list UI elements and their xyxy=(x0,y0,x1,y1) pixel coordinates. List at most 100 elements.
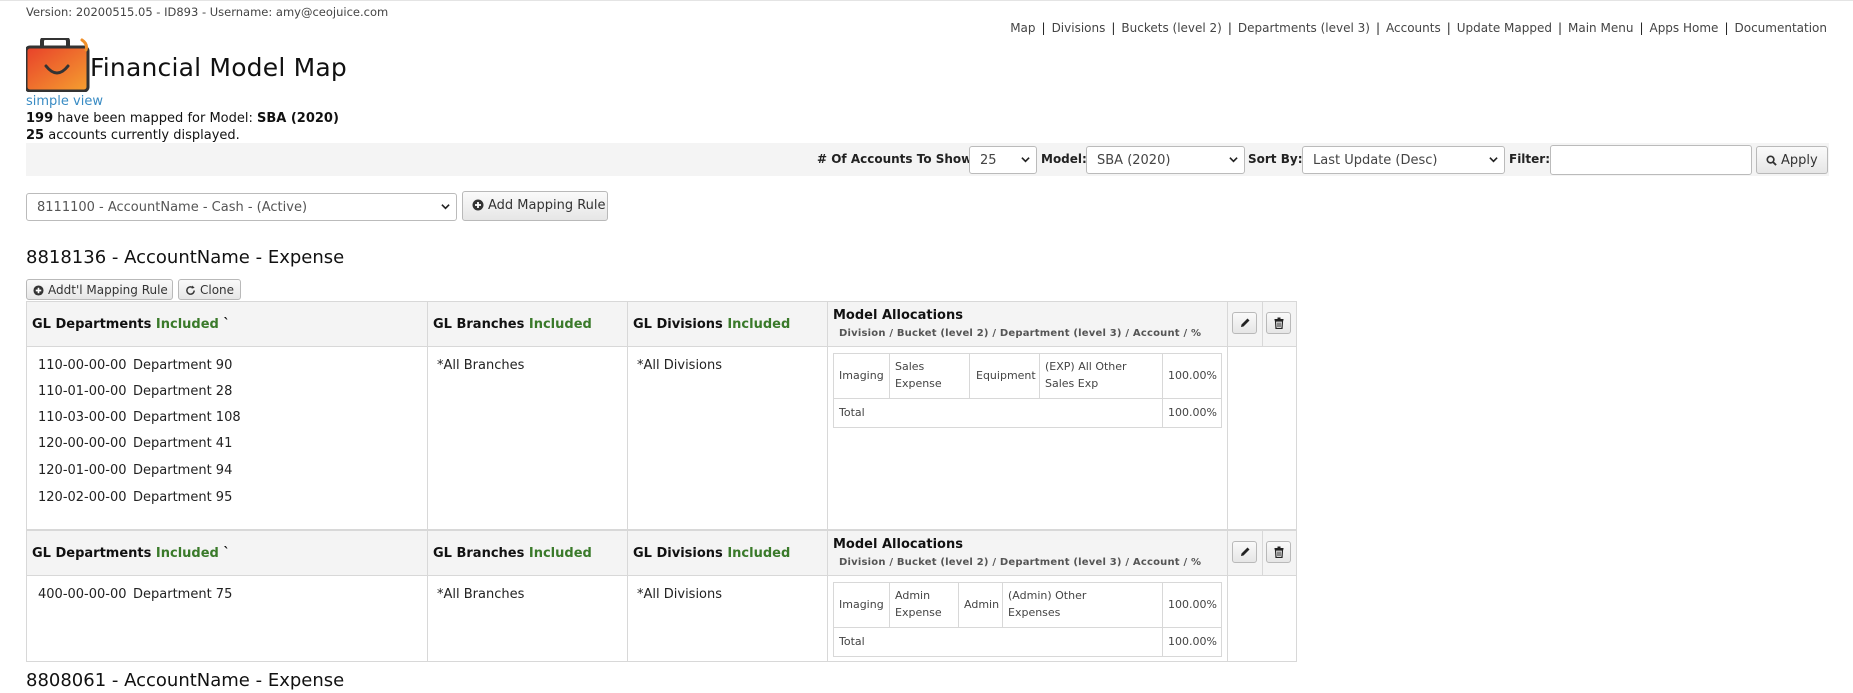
edit-rule-button[interactable] xyxy=(1232,541,1257,563)
model-allocations-subheader: Division / Bucket (level 2) / Department… xyxy=(839,557,1202,568)
cell-divider xyxy=(1162,354,1163,427)
column-divider xyxy=(827,531,828,661)
cell-divider xyxy=(969,354,970,398)
allocation-table: Imaging Sales Expense Equipment (EXP) All… xyxy=(833,353,1222,428)
allocation-total-label: Total xyxy=(839,635,865,648)
divisions-value: *All Divisions xyxy=(637,587,723,602)
department-row: 110-01-00-00 Department 28 xyxy=(38,384,233,399)
clone-button[interactable]: Clone xyxy=(178,279,241,300)
account-heading: 8808061 - AccountName - Expense xyxy=(26,670,345,691)
column-divider xyxy=(427,302,428,529)
allocation-department: Equipment xyxy=(976,369,1036,382)
pencil-icon xyxy=(1241,318,1250,327)
trash-icon xyxy=(1274,546,1284,558)
allocation-total-percent: 100.00% xyxy=(1168,635,1217,648)
plus-circle-icon xyxy=(33,285,44,296)
addtl-mapping-rule-button[interactable]: Addt'l Mapping Rule xyxy=(26,279,173,300)
cell-divider xyxy=(958,583,959,627)
column-divider xyxy=(1262,302,1263,347)
cell-divider xyxy=(1039,354,1040,398)
search-icon xyxy=(1766,155,1777,166)
gl-departments-header: GL Departments Included ` xyxy=(32,317,230,332)
edit-rule-button[interactable] xyxy=(1232,312,1257,334)
gl-branches-header: GL Branches Included xyxy=(433,546,592,561)
allocation-account: (EXP) All Other Sales Exp xyxy=(1045,360,1127,390)
plus-circle-icon xyxy=(472,199,484,211)
sort-by-label: Sort By: xyxy=(1248,152,1303,166)
allocation-total-label: Total xyxy=(839,406,865,419)
department-row: 120-00-00-00 Department 41 xyxy=(38,436,233,451)
allocation-division: Imaging xyxy=(839,369,884,382)
nav-buckets-link[interactable]: Buckets (level 2) xyxy=(1121,21,1221,35)
gl-departments-header: GL Departments Included ` xyxy=(32,546,230,561)
model-allocations-header: Model Allocations xyxy=(833,537,963,552)
pencil-icon xyxy=(1241,547,1250,556)
allocation-table: Imaging Admin Expense Admin (Admin) Other… xyxy=(833,582,1222,657)
account-heading: 8818136 - AccountName - Expense xyxy=(26,247,345,268)
mapping-rule-table: GL Departments Included ` GL Branches In… xyxy=(26,301,1297,530)
column-divider xyxy=(627,302,628,529)
chevron-down-icon xyxy=(441,204,450,210)
model-allocations-subheader: Division / Bucket (level 2) / Department… xyxy=(839,328,1202,339)
nav-departments-link[interactable]: Departments (level 3) xyxy=(1238,21,1370,35)
nav-documentation-link[interactable]: Documentation xyxy=(1734,21,1827,35)
allocation-total-percent: 100.00% xyxy=(1168,406,1217,419)
department-row: 400-00-00-00 Department 75 xyxy=(38,587,233,602)
nav-map-link[interactable]: Map xyxy=(1010,21,1035,35)
department-row: 110-03-00-00 Department 108 xyxy=(38,410,241,425)
branches-value: *All Branches xyxy=(437,587,525,602)
page-title: Financial Model Map xyxy=(90,53,347,82)
column-divider xyxy=(827,302,828,529)
allocation-bucket: Admin Expense xyxy=(895,589,942,619)
delete-rule-button[interactable] xyxy=(1266,541,1291,563)
nav-apps-home-link[interactable]: Apps Home xyxy=(1649,21,1718,35)
allocation-division: Imaging xyxy=(839,598,884,611)
simple-view-link[interactable]: simple view xyxy=(26,94,103,109)
account-select[interactable]: 8111100 - AccountName - Cash - (Active) xyxy=(26,193,457,221)
model-label: Model: xyxy=(1041,152,1087,166)
nav-divisions-link[interactable]: Divisions xyxy=(1052,21,1106,35)
column-divider xyxy=(627,531,628,661)
filter-label: Filter: xyxy=(1509,152,1551,166)
department-row: 120-02-00-00 Department 95 xyxy=(38,490,233,505)
row-divider xyxy=(834,398,1221,399)
chevron-down-icon xyxy=(1489,157,1498,163)
chevron-down-icon xyxy=(1021,157,1030,163)
column-divider xyxy=(1227,531,1228,661)
delete-rule-button[interactable] xyxy=(1266,312,1291,334)
sort-by-select[interactable]: Last Update (Desc) xyxy=(1302,146,1505,174)
department-row: 110-00-00-00 Department 90 xyxy=(38,358,233,373)
allocation-percent: 100.00% xyxy=(1168,598,1217,611)
allocation-percent: 100.00% xyxy=(1168,369,1217,382)
mapped-summary: 199 have been mapped for Model: SBA (202… xyxy=(26,111,339,126)
model-allocations-header: Model Allocations xyxy=(833,308,963,323)
nav-update-mapped-link[interactable]: Update Mapped xyxy=(1457,21,1552,35)
briefcase-smile-logo xyxy=(26,38,90,92)
nav-main-menu-link[interactable]: Main Menu xyxy=(1568,21,1633,35)
column-divider xyxy=(1262,531,1263,576)
department-row: 120-01-00-00 Department 94 xyxy=(38,463,233,478)
allocation-department: Admin xyxy=(964,598,1000,611)
displayed-summary: 25 accounts currently displayed. xyxy=(26,128,240,143)
apply-button[interactable]: Apply xyxy=(1756,146,1828,174)
accounts-to-show-label: # Of Accounts To Show: xyxy=(817,152,978,166)
column-divider xyxy=(1227,302,1228,529)
add-mapping-rule-button[interactable]: Add Mapping Rule xyxy=(462,191,608,221)
branches-value: *All Branches xyxy=(437,358,525,373)
chevron-down-icon xyxy=(1229,157,1238,163)
gl-divisions-header: GL Divisions Included xyxy=(633,317,791,332)
refresh-icon xyxy=(186,285,195,295)
mapping-rule-table: GL Departments Included ` GL Branches In… xyxy=(26,530,1297,662)
allocation-account: (Admin) Other Expenses xyxy=(1008,589,1087,619)
accounts-to-show-select[interactable]: 25 xyxy=(969,146,1037,174)
cell-divider xyxy=(889,354,890,398)
nav-accounts-link[interactable]: Accounts xyxy=(1386,21,1441,35)
cell-divider xyxy=(1002,583,1003,627)
version-info: Version: 20200515.05 - ID893 - Username:… xyxy=(26,5,389,19)
divisions-value: *All Divisions xyxy=(637,358,723,373)
cell-divider xyxy=(889,583,890,627)
row-divider xyxy=(834,627,1221,628)
filter-input[interactable] xyxy=(1550,145,1752,175)
gl-branches-header: GL Branches Included xyxy=(433,317,592,332)
model-select[interactable]: SBA (2020) xyxy=(1086,146,1245,174)
